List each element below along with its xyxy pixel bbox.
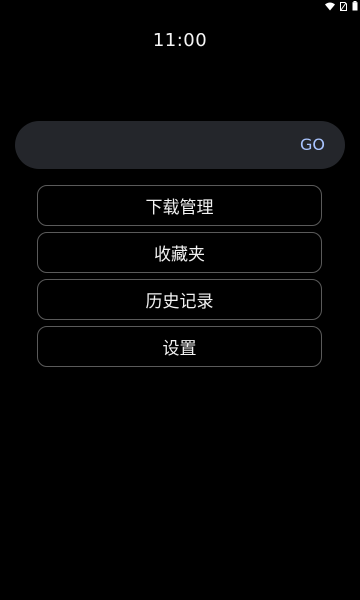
url-search-input[interactable]: [33, 121, 287, 171]
battery-icon: [352, 1, 358, 11]
no-sim-icon: [340, 1, 347, 11]
go-button[interactable]: GO: [300, 121, 325, 169]
wifi-icon: [325, 2, 335, 11]
clock: 11:00: [152, 30, 208, 51]
menu-item-history[interactable]: 历史记录: [37, 279, 322, 320]
menu-item-bookmarks[interactable]: 收藏夹: [37, 232, 322, 273]
status-icons: [325, 1, 358, 11]
menu-item-settings[interactable]: 设置: [37, 326, 322, 367]
browser-home-screen: 11:00 GO 下载管理 收藏夹 历史记录 设置: [0, 0, 360, 600]
search-bar: GO: [15, 121, 345, 171]
status-bar: [0, 0, 360, 14]
menu-item-downloads[interactable]: 下载管理: [37, 185, 322, 226]
quick-menu: 下载管理 收藏夹 历史记录 设置: [37, 185, 322, 373]
